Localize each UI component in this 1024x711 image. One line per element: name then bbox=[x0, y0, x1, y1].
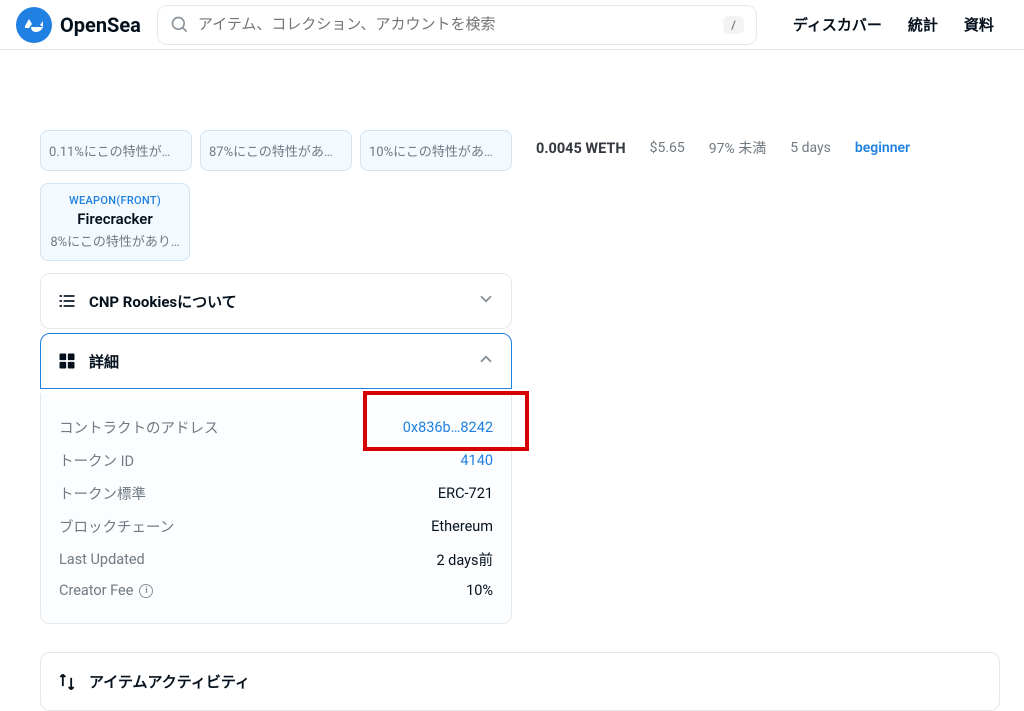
search-input[interactable] bbox=[198, 16, 715, 33]
nav-links: ディスカバー 統計 資料 bbox=[793, 14, 994, 35]
offer-expiration: 5 days bbox=[790, 140, 831, 156]
trait-card[interactable]: WEAPON(FRONT) Firecracker 8%にこの特性があり… bbox=[40, 183, 190, 261]
trait-row: WEAPON(FRONT) Firecracker 8%にこの特性があり… bbox=[40, 183, 512, 261]
trait-category: WEAPON(FRONT) bbox=[49, 194, 181, 207]
detail-value: 10% bbox=[466, 582, 493, 599]
app-header: OpenSea / ディスカバー 統計 資料 bbox=[0, 0, 1024, 50]
search-bar[interactable]: / bbox=[157, 5, 757, 45]
detail-label: Creator Fee i bbox=[59, 582, 153, 599]
detail-label: Last Updated bbox=[59, 551, 145, 568]
accordion-about-header[interactable]: CNP Rookiesについて bbox=[41, 274, 511, 328]
offer-row: 0.0045 WETH $5.65 97% 未満 5 days beginner bbox=[536, 138, 984, 158]
info-icon[interactable]: i bbox=[139, 584, 153, 598]
main-content: 0.11%にこの特性があ… 87%にこの特性があり… 10%にこの特性があり… … bbox=[0, 130, 1024, 711]
trait-rarity: 0.11%にこの特性があ… bbox=[49, 141, 183, 160]
detail-label: ブロックチェーン bbox=[59, 516, 174, 537]
offer-usd: $5.65 bbox=[650, 140, 685, 156]
accordion-details: 詳細 bbox=[40, 333, 512, 389]
nav-discover[interactable]: ディスカバー bbox=[793, 14, 882, 35]
trait-card[interactable]: 87%にこの特性があり… bbox=[200, 130, 352, 171]
opensea-logo-icon bbox=[16, 7, 52, 43]
chevron-down-icon bbox=[477, 290, 495, 312]
trait-card[interactable]: 0.11%にこの特性があ… bbox=[40, 130, 192, 171]
accordion-details-header[interactable]: 詳細 bbox=[41, 334, 511, 388]
trait-rarity: 10%にこの特性があり… bbox=[369, 141, 503, 160]
accordion-about-title: CNP Rookiesについて bbox=[89, 291, 237, 312]
nav-stats[interactable]: 統計 bbox=[908, 14, 938, 35]
nav-resources[interactable]: 資料 bbox=[964, 14, 994, 35]
detail-label: コントラクトのアドレス bbox=[59, 417, 219, 438]
trait-card[interactable]: 10%にこの特性があり… bbox=[360, 130, 512, 171]
offer-price: 0.0045 WETH bbox=[536, 140, 626, 157]
fee-label-text: Creator Fee bbox=[59, 582, 133, 599]
offer-from-link[interactable]: beginner bbox=[855, 140, 910, 156]
detail-row-updated: Last Updated 2 days前 bbox=[59, 543, 493, 576]
token-id-link[interactable]: 4140 bbox=[460, 452, 493, 469]
trait-row: 0.11%にこの特性があ… 87%にこの特性があり… 10%にこの特性があり… bbox=[40, 130, 512, 171]
details-icon bbox=[57, 351, 77, 371]
trait-rarity: 8%にこの特性があり… bbox=[49, 231, 181, 250]
accordion-details-title: 詳細 bbox=[89, 351, 119, 372]
offer-floor-diff: 97% 未満 bbox=[709, 138, 766, 158]
detail-value: ERC-721 bbox=[438, 485, 493, 502]
logo-text: OpenSea bbox=[60, 13, 141, 37]
detail-row-token-id: トークン ID 4140 bbox=[59, 444, 493, 477]
logo[interactable]: OpenSea bbox=[16, 7, 141, 43]
detail-value: 2 days前 bbox=[436, 549, 493, 570]
trait-value: Firecracker bbox=[49, 210, 181, 228]
detail-label: トークン ID bbox=[59, 450, 134, 471]
detail-row-creator-fee: Creator Fee i 10% bbox=[59, 576, 493, 605]
chevron-up-icon bbox=[477, 350, 495, 372]
search-icon bbox=[170, 15, 190, 35]
search-shortcut-badge: / bbox=[723, 16, 744, 34]
contract-address-link[interactable]: 0x836b…8242 bbox=[403, 419, 493, 436]
detail-value: Ethereum bbox=[431, 518, 493, 535]
detail-row-token-standard: トークン標準 ERC-721 bbox=[59, 477, 493, 510]
detail-row-contract: コントラクトのアドレス 0x836b…8242 bbox=[59, 411, 493, 444]
left-column: 0.11%にこの特性があ… 87%にこの特性があり… 10%にこの特性があり… … bbox=[40, 130, 512, 711]
right-column: 0.0045 WETH $5.65 97% 未満 5 days beginner bbox=[536, 130, 984, 711]
detail-label: トークン標準 bbox=[59, 483, 146, 504]
list-icon bbox=[57, 291, 77, 311]
detail-row-chain: ブロックチェーン Ethereum bbox=[59, 510, 493, 543]
accordion-about: CNP Rookiesについて bbox=[40, 273, 512, 329]
details-body: コントラクトのアドレス 0x836b…8242 トークン ID 4140 トーク… bbox=[40, 393, 512, 624]
trait-rarity: 87%にこの特性があり… bbox=[209, 141, 343, 160]
